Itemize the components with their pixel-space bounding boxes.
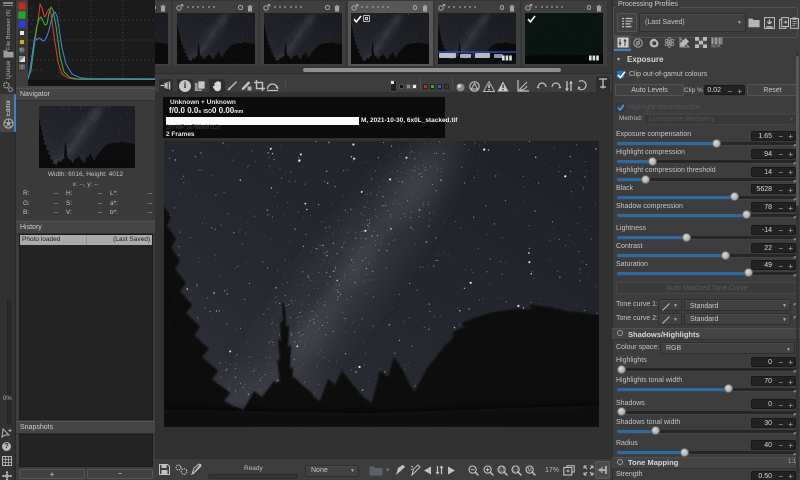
svg-text:M: M (528, 468, 532, 474)
svg-text:META: META (711, 45, 721, 48)
svg-text:1:1: 1:1 (512, 467, 519, 472)
